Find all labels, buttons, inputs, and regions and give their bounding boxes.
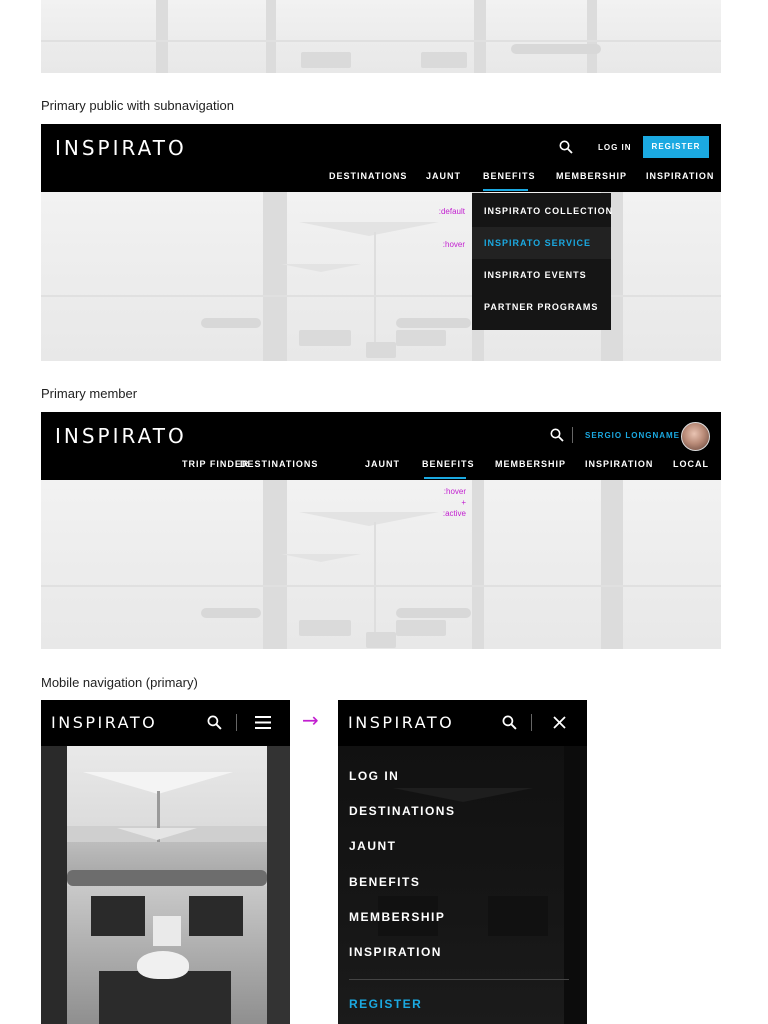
section-caption-mobile: Mobile navigation (primary) xyxy=(41,675,198,690)
nav-membership[interactable]: MEMBERSHIP xyxy=(495,459,566,469)
avatar[interactable] xyxy=(681,422,710,451)
hero-photo-public xyxy=(41,192,721,361)
logo[interactable]: INSPIRATO xyxy=(348,713,454,732)
mobile-nav-open: INSPIRATO LOG IN DESTINATIONS JAUNT BENE… xyxy=(338,700,587,1024)
nav-local[interactable]: LOCAL xyxy=(673,459,709,469)
nav-membership[interactable]: MEMBERSHIP xyxy=(556,171,627,181)
divider xyxy=(236,714,237,731)
benefits-dropdown: INSPIRATO COLLECTION INSPIRATO SERVICE I… xyxy=(472,193,612,330)
mobile-header: INSPIRATO xyxy=(41,700,290,746)
nav-jaunt[interactable]: JAUNT xyxy=(426,171,461,181)
hamburger-icon[interactable] xyxy=(255,716,271,729)
state-label-hover: :hover xyxy=(442,240,465,249)
search-icon[interactable] xyxy=(550,428,564,442)
section-caption-member: Primary member xyxy=(41,386,138,401)
nav-destinations[interactable]: DESTINATIONS xyxy=(240,459,318,469)
search-icon[interactable] xyxy=(207,715,222,730)
logo[interactable]: INSPIRATO xyxy=(55,424,187,448)
mobile-nav-closed: INSPIRATO xyxy=(41,700,290,1024)
mobile-menu-inspiration[interactable]: INSPIRATION xyxy=(349,945,442,959)
logo[interactable]: INSPIRATO xyxy=(55,136,187,160)
member-nav-bar: INSPIRATO SERGIO LONGNAME TRIP FINDER DE… xyxy=(41,412,721,480)
nav-jaunt[interactable]: JAUNT xyxy=(365,459,400,469)
state-label-default: :default xyxy=(438,207,465,216)
close-icon[interactable] xyxy=(553,716,566,729)
nav-benefits[interactable]: BENEFITS xyxy=(422,459,475,469)
state-label-hover: :hover xyxy=(443,487,466,496)
logo[interactable]: INSPIRATO xyxy=(51,713,157,732)
nav-active-indicator xyxy=(483,189,528,191)
nav-benefits[interactable]: BENEFITS xyxy=(483,171,536,181)
nav-destinations[interactable]: DESTINATIONS xyxy=(329,171,407,181)
dropdown-item-events[interactable]: INSPIRATO EVENTS xyxy=(472,259,611,291)
dropdown-item-service[interactable]: INSPIRATO SERVICE xyxy=(472,227,611,259)
mobile-menu-destinations[interactable]: DESTINATIONS xyxy=(349,804,455,818)
divider xyxy=(531,714,532,731)
hero-photo-member xyxy=(41,480,721,649)
hero-photo-top xyxy=(41,0,721,73)
user-name-link[interactable]: SERGIO LONGNAME xyxy=(585,431,680,440)
dropdown-item-collection[interactable]: INSPIRATO COLLECTION xyxy=(472,195,612,227)
mobile-menu-divider xyxy=(349,979,569,980)
register-button[interactable]: REGISTER xyxy=(643,136,709,158)
search-icon[interactable] xyxy=(559,140,573,154)
public-nav-bar: INSPIRATO LOG IN REGISTER DESTINATIONS J… xyxy=(41,124,721,192)
mobile-menu-membership[interactable]: MEMBERSHIP xyxy=(349,910,445,924)
mobile-menu-jaunt[interactable]: JAUNT xyxy=(349,839,397,853)
section-caption-public: Primary public with subnavigation xyxy=(41,98,234,113)
mobile-header: INSPIRATO xyxy=(338,700,587,746)
nav-inspiration[interactable]: INSPIRATION xyxy=(646,171,714,181)
dropdown-item-partner-programs[interactable]: PARTNER PROGRAMS xyxy=(472,291,611,323)
search-icon[interactable] xyxy=(502,715,517,730)
mobile-hero-photo xyxy=(41,746,290,1024)
nav-active-indicator xyxy=(424,477,466,479)
mobile-menu-register[interactable]: REGISTER xyxy=(349,997,422,1011)
transition-arrow: → xyxy=(302,708,319,732)
mobile-menu-benefits[interactable]: BENEFITS xyxy=(349,875,420,889)
state-label-plus: + xyxy=(461,498,466,507)
login-link[interactable]: LOG IN xyxy=(598,143,632,152)
divider xyxy=(572,427,573,443)
state-label-active: :active xyxy=(442,509,466,518)
mobile-menu-login[interactable]: LOG IN xyxy=(349,769,399,783)
nav-inspiration[interactable]: INSPIRATION xyxy=(585,459,653,469)
